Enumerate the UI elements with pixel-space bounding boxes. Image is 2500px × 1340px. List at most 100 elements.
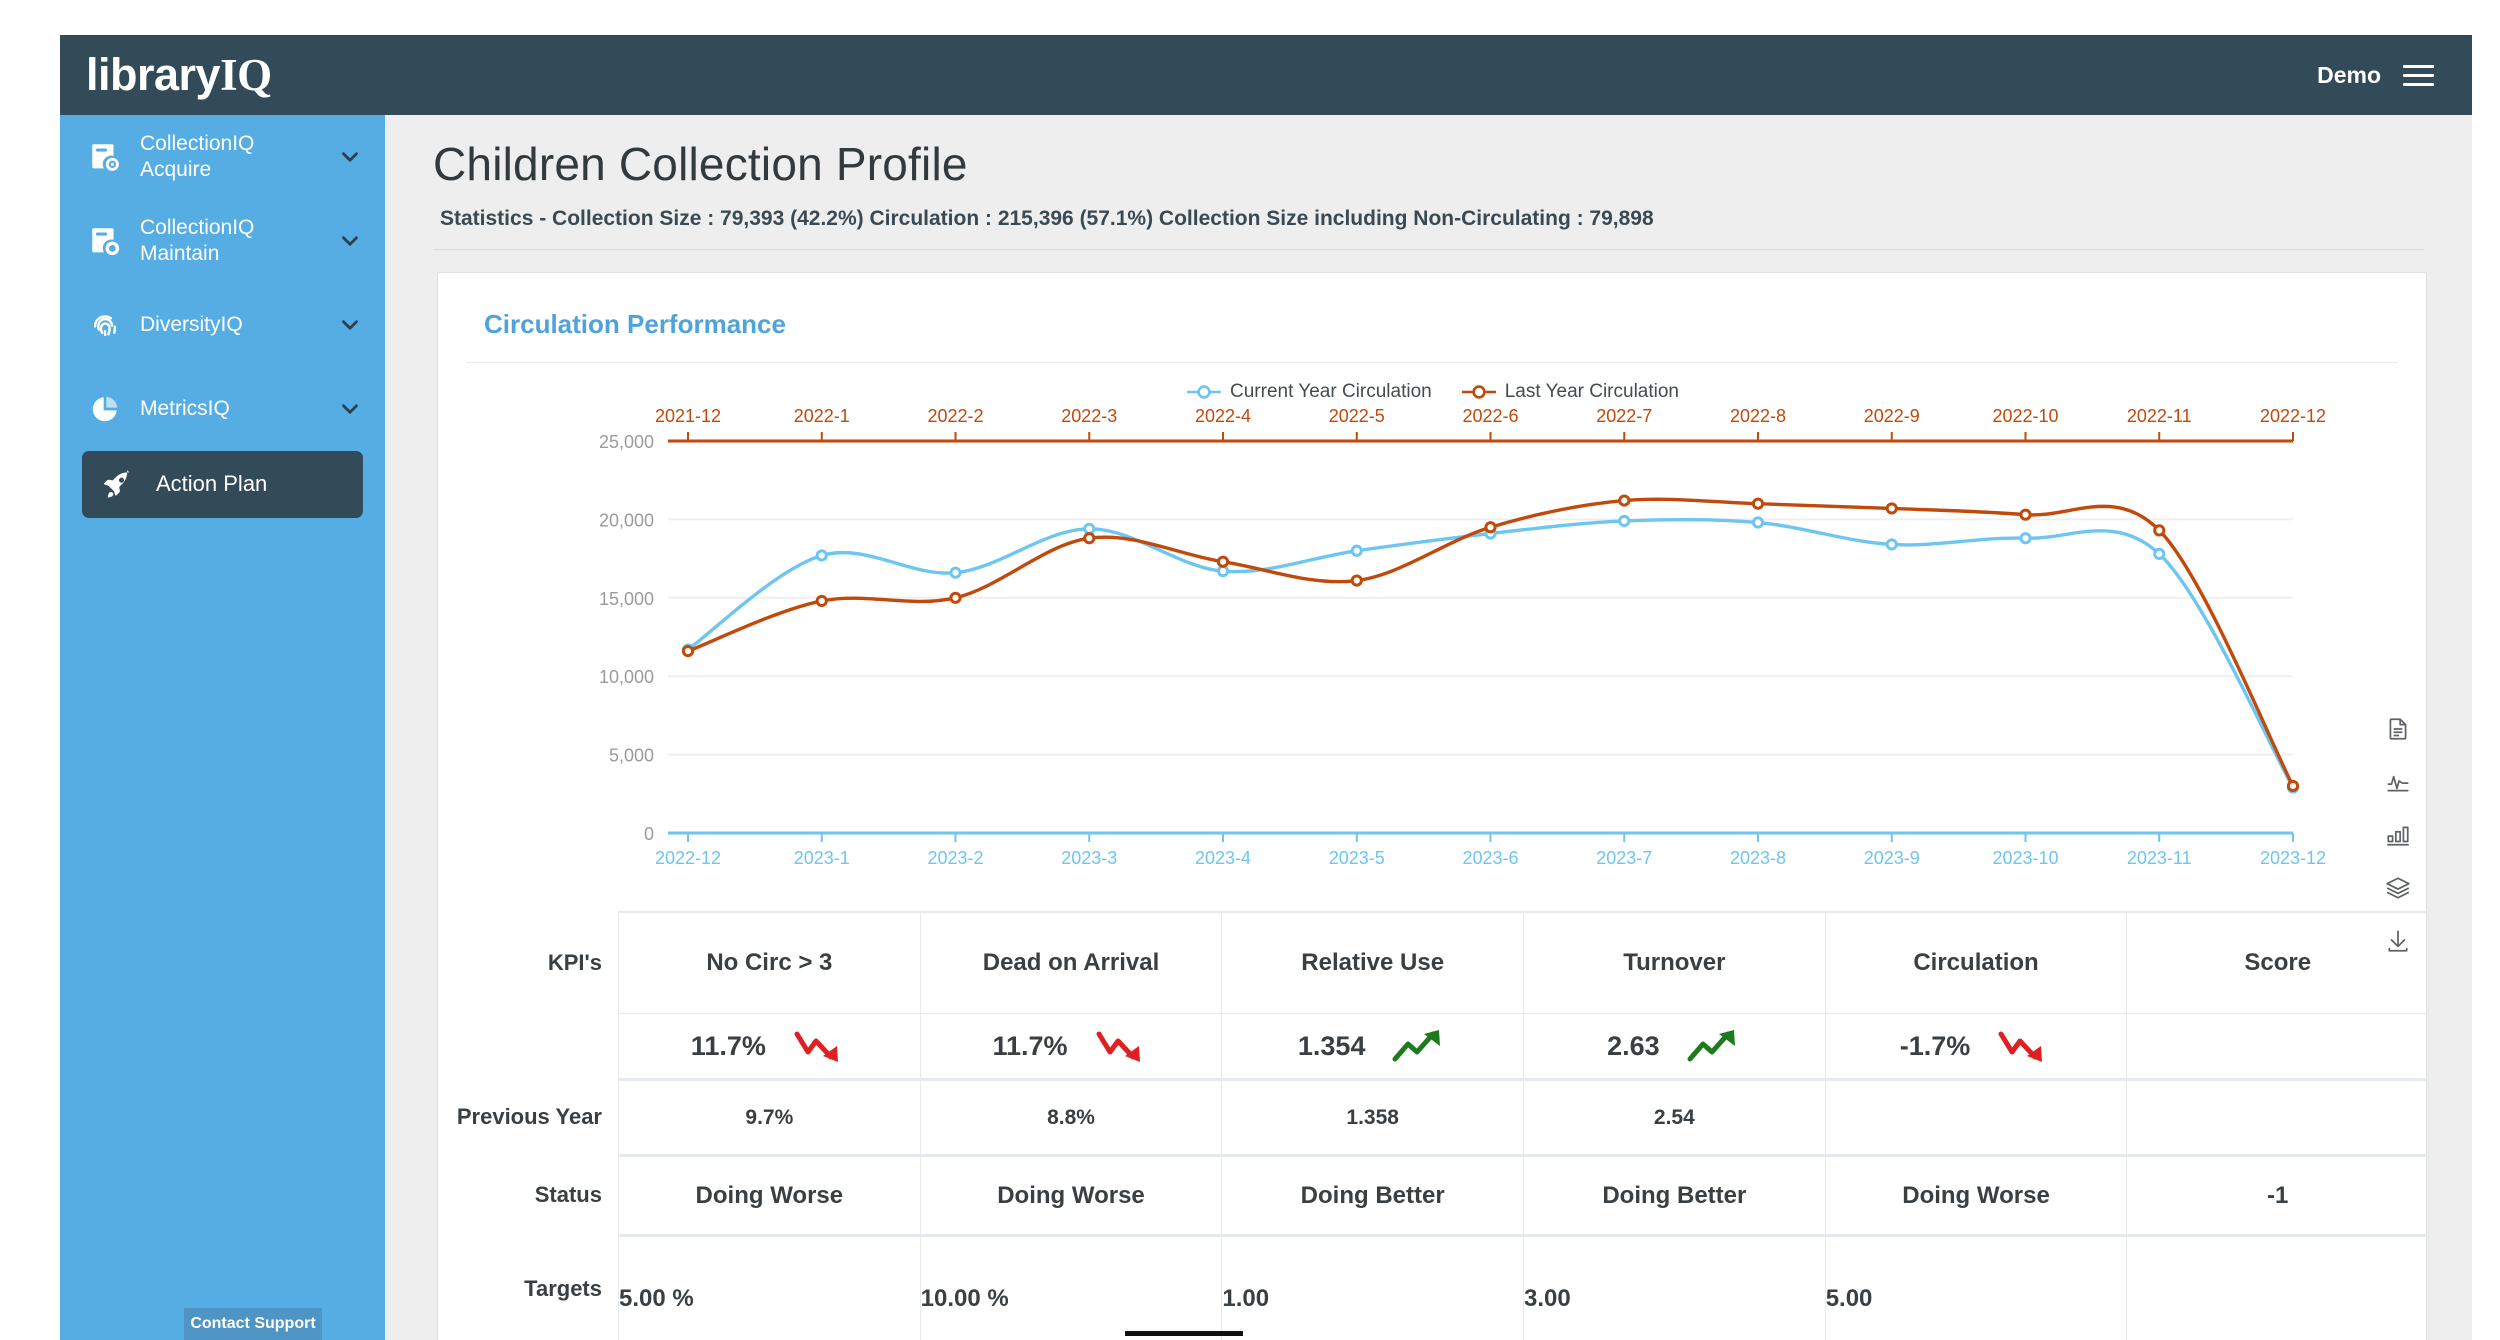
- x-axis-top-tick-label: 2022-9: [1864, 406, 1920, 426]
- x-axis-top-tick-label: 2021-12: [655, 406, 721, 426]
- focused-cell-underline: [1125, 1331, 1243, 1336]
- page-title: Children Collection Profile: [433, 138, 968, 190]
- chevron-down-icon[interactable]: [337, 144, 363, 170]
- kpi-value-cell: 11.7%: [919, 1014, 1223, 1079]
- x-axis-top-tick-label: 2022-5: [1329, 406, 1385, 426]
- header-divider: [433, 249, 2424, 250]
- y-axis-tick-label: 10,000: [599, 667, 654, 687]
- kpi-targets-row: Targets 5.00 % 10.00 % 1.00 3.00 5.00: [438, 1235, 2430, 1340]
- x-axis-bottom-tick-label: 2023-6: [1462, 848, 1518, 868]
- kpi-row-label-values: [438, 1014, 618, 1079]
- x-axis-bottom-tick-label: 2023-8: [1730, 848, 1786, 868]
- x-axis-top-tick-label: 2022-6: [1462, 406, 1518, 426]
- kpi-row-label-targets: Targets: [524, 1276, 602, 1302]
- collection-acquire-icon: [84, 140, 126, 174]
- kpi-target-cell: 5.00: [1824, 1235, 2128, 1340]
- document-icon[interactable]: [2382, 713, 2414, 745]
- chevron-down-icon[interactable]: [337, 228, 363, 254]
- x-axis-bottom-tick-label: 2023-11: [2127, 848, 2192, 868]
- x-axis-top-tick-label: 2022-11: [2127, 406, 2192, 426]
- x-axis-top-tick-label: 2022-8: [1730, 406, 1786, 426]
- kpi-previous-year-cell: 8.8%: [919, 1079, 1223, 1155]
- kpi-previous-year-cells: 9.7% 8.8% 1.358 2.54: [618, 1079, 2430, 1155]
- brand-logo[interactable]: libraryIQ: [86, 52, 272, 98]
- x-axis-top-tick-label: 2022-4: [1195, 406, 1251, 426]
- kpi-status-cell: -1: [2126, 1155, 2430, 1235]
- x-axis-top-tick-label: 2022-10: [1992, 406, 2058, 426]
- sidebar-item-metricsiq[interactable]: MetricsIQ: [60, 367, 385, 451]
- kpi-previous-year-cell: 1.358: [1221, 1079, 1525, 1155]
- top-header-bar: libraryIQ Demo: [60, 35, 2472, 115]
- kpi-previous-year-cell: [2126, 1079, 2430, 1155]
- kpi-target-cells: 5.00 % 10.00 % 1.00 3.00 5.00: [618, 1235, 2430, 1340]
- chart-plot-area[interactable]: 0 5,000 10,000 15,000 20,000 25,0002021-12 202…: [438, 363, 2428, 993]
- chart-series-current-year: [681, 514, 2300, 794]
- kpi-value-cell: 11.7%: [618, 1014, 921, 1079]
- kpi-values-row: 11.7% 11.7% 1.354 2.63 -1.7%: [438, 1014, 2430, 1079]
- kpi-status-cells: Doing Worse Doing Worse Doing Better Doing …: [618, 1155, 2430, 1235]
- kpi-row-label-previous-year: Previous Year: [456, 1104, 602, 1130]
- trend-up-icon: [1687, 1030, 1735, 1062]
- circulation-performance-card: Circulation Performance Current Year Cir…: [437, 272, 2430, 1340]
- kpi-target-cell: 10.00 %: [919, 1235, 1223, 1340]
- app-root: libraryIQ Demo CollectionIQ Acquire Coll…: [0, 0, 2500, 1340]
- x-axis-top-tick-label: 2022-2: [927, 406, 983, 426]
- layers-icon[interactable]: [2382, 872, 2414, 904]
- sidebar-item-label: Action Plan: [156, 471, 268, 497]
- main-content: Children Collection Profile Statistics -…: [385, 115, 2472, 1340]
- chart-series-last-year: [681, 494, 2300, 793]
- circulation-chart: Current Year Circulation Last Year Circu…: [438, 363, 2428, 993]
- kpi-value: 11.7%: [690, 1030, 766, 1061]
- kpi-column-header: Relative Use: [1221, 911, 1525, 1014]
- y-axis-tick-label: 25,000: [599, 432, 654, 452]
- collection-maintain-icon: [84, 224, 126, 258]
- x-axis-bottom-tick-label: 2023-10: [1992, 848, 2058, 868]
- rocket-icon: [96, 468, 138, 502]
- kpi-status-cell: Doing Worse: [919, 1155, 1223, 1235]
- y-axis-tick-label: 0: [644, 824, 654, 844]
- chevron-down-icon[interactable]: [337, 312, 363, 338]
- kpi-value: 11.7%: [992, 1030, 1068, 1061]
- sidebar-nav: CollectionIQ Acquire CollectionIQ Maintain: [60, 115, 385, 1340]
- line-chart-icon[interactable]: [2382, 766, 2414, 798]
- y-axis-tick-label: 5,000: [609, 746, 654, 766]
- kpi-target-cell: 1.00: [1221, 1235, 1525, 1340]
- x-axis-top-tick-label: 2022-12: [2260, 406, 2326, 426]
- sidebar-item-label: DiversityIQ: [140, 313, 243, 337]
- kpi-status-cell: Doing Worse: [1824, 1155, 2128, 1235]
- kpi-target-cell: 5.00 %: [618, 1235, 921, 1340]
- hamburger-icon[interactable]: [2403, 64, 2434, 86]
- kpi-column-header: Score: [2126, 911, 2430, 1014]
- sidebar-item-action-plan[interactable]: Action Plan: [82, 451, 363, 518]
- x-axis-bottom-tick-label: 2023-2: [927, 848, 983, 868]
- kpi-column-header: Dead on Arrival: [919, 911, 1223, 1014]
- trend-up-icon: [1686, 1026, 1742, 1066]
- sidebar-item-label: CollectionIQ Acquire: [140, 132, 255, 181]
- contact-support-button[interactable]: Contact Support: [184, 1308, 322, 1340]
- chevron-down-icon[interactable]: [337, 396, 363, 422]
- trend-down-icon: [794, 1031, 838, 1062]
- kpi-row-label-status: Status: [534, 1182, 602, 1208]
- x-axis-bottom-tick-label: 2023-1: [794, 848, 850, 868]
- user-account-label[interactable]: Demo: [2317, 62, 2381, 89]
- bar-chart-icon[interactable]: [2382, 819, 2414, 851]
- kpi-column-header: No Circ > 3: [618, 911, 921, 1014]
- x-axis-bottom-tick-label: 2022-12: [655, 848, 721, 868]
- kpi-target-cell: [2126, 1235, 2430, 1340]
- brand-logo-primary: library: [86, 49, 221, 100]
- kpi-value-cell: 1.354: [1221, 1014, 1525, 1079]
- card-title: Circulation Performance: [484, 309, 786, 339]
- sidebar-item-collectioniq-maintain[interactable]: CollectionIQ Maintain: [60, 199, 385, 283]
- kpi-column-header: Turnover: [1523, 911, 1826, 1014]
- sidebar-item-diversityiq[interactable]: DiversityIQ: [60, 283, 385, 367]
- trend-down-icon: [1096, 1031, 1140, 1062]
- fingerprint-icon: [84, 308, 126, 342]
- pie-chart-icon: [84, 393, 126, 425]
- sidebar-item-collectioniq-acquire[interactable]: CollectionIQ Acquire: [60, 115, 385, 199]
- y-axis-tick-label: 15,000: [599, 589, 654, 609]
- kpi-value-cell: -1.7%: [1824, 1014, 2128, 1079]
- x-axis-top-tick-label: 2022-3: [1061, 406, 1117, 426]
- kpi-value: 1.354: [1297, 1030, 1366, 1061]
- kpi-value-cell: [2126, 1014, 2430, 1079]
- trend-up-icon: [1391, 1026, 1447, 1066]
